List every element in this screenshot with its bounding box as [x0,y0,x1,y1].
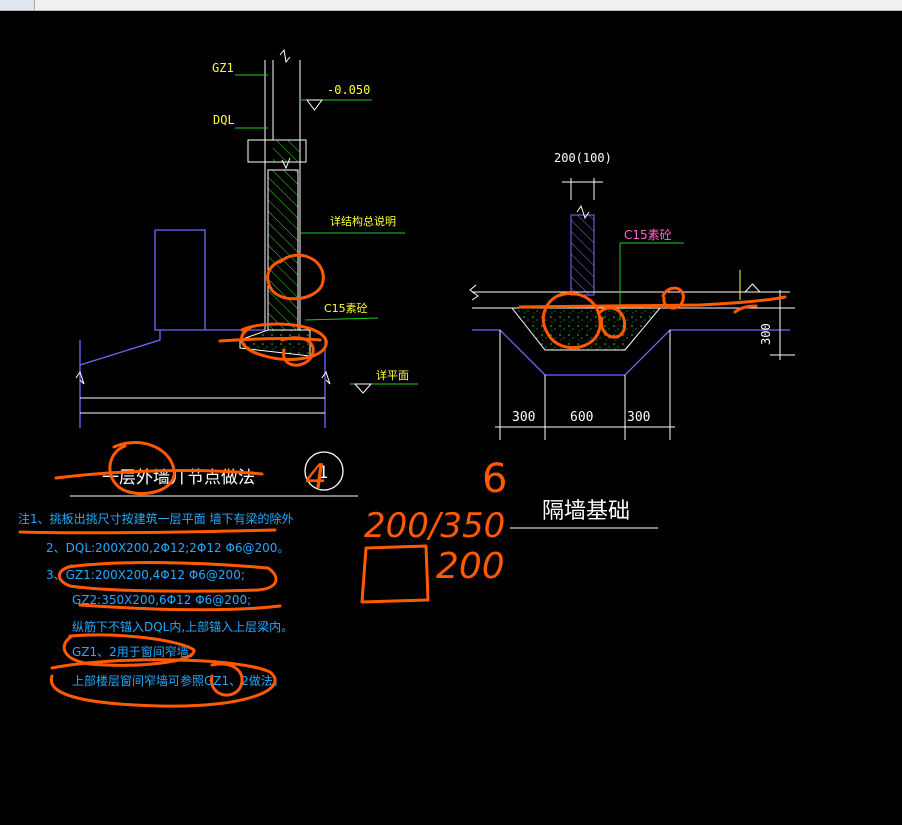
handwritten-4: 4 [302,457,329,497]
label-ground: 详平面 [376,368,409,382]
cad-drawing-canvas[interactable]: GZ1 DQL -0.050 详结构总说明 C15素砼 详平面 200(100)… [0,0,902,825]
note-line-3: 3、GZ1:200X200,4Φ12 Φ6@200; [46,568,245,582]
label-elevation: -0.050 [327,83,370,97]
left-wall-detail [75,48,418,428]
label-dim-600: 600 [570,410,593,425]
note-line-1: 注1、挑板出挑尺寸按建筑一层平面 墙下有梁的除外 [18,511,293,526]
label-dim-300a: 300 [512,410,535,425]
note-line-2: 2、DQL:200X200,2Φ12;2Φ12 Φ6@200。 [46,541,289,555]
note-line-6: GZ1、2用于窗间窄墙。 [72,644,201,659]
label-dim-300b: 300 [627,410,650,425]
label-col-note: 详结构总说明 [330,214,396,228]
label-c15-left: C15素砼 [324,302,368,315]
title-right: 隔墙基础 [542,499,630,524]
label-c15-right: C15素砼 [624,228,672,242]
handwritten-6: 6 [482,456,507,502]
note-line-7: 上部楼层窗间窄墙可参照GZ1、2做法。 [72,673,285,688]
label-dql: DQL [213,113,235,127]
orange-handwriting: 4 6 200/350 200 [302,456,507,604]
note-line-5: 纵筋下不锚入DQL内,上部锚入上层梁内。 [72,619,293,634]
label-dim-right: 300 [759,323,773,345]
notes-block: 注1、挑板出挑尺寸按建筑一层平面 墙下有梁的除外 2、DQL:200X200,2… [18,511,293,688]
handwritten-200: 200 [436,546,505,587]
label-width-top: 200(100) [554,151,612,165]
handwritten-square [360,544,430,604]
label-gz1: GZ1 [212,61,234,75]
handwritten-ratio: 200/350 [364,506,505,546]
partition-foundation-detail [469,178,795,440]
